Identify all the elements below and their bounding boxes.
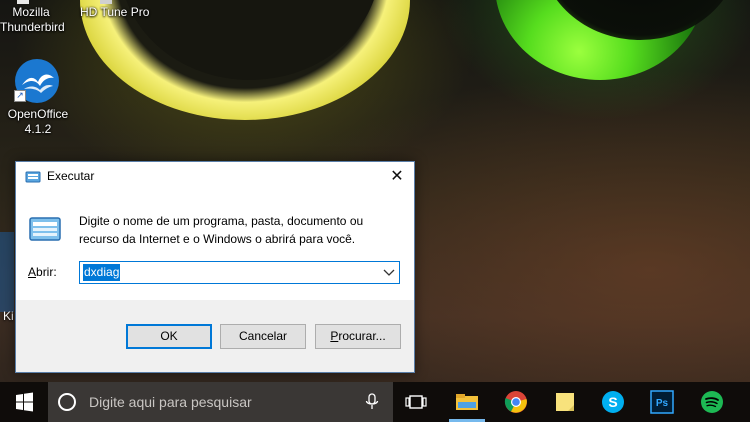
dialog-title: Executar xyxy=(47,169,95,183)
microphone-icon[interactable] xyxy=(364,393,380,411)
browse-label-text: rocurar... xyxy=(338,329,386,343)
run-program-icon xyxy=(29,217,61,241)
shortcut-arrow-icon: ↗ xyxy=(14,90,26,102)
dialog-titlebar[interactable]: Executar ✕ xyxy=(16,162,414,192)
sticky-notes-icon[interactable] xyxy=(553,390,577,414)
chevron-down-icon[interactable] xyxy=(383,267,395,277)
run-dialog: Executar ✕ Digite o nome de um programa,… xyxy=(15,161,415,373)
skype-icon[interactable]: S xyxy=(601,390,625,414)
svg-text:Ps: Ps xyxy=(656,398,669,409)
spotify-icon[interactable] xyxy=(700,390,724,414)
desktop-icon-label-hdtune[interactable]: HD Tune Pro xyxy=(80,5,150,20)
taskbar: Digite aqui para pesquisar S Ps xyxy=(0,382,750,422)
search-box[interactable]: Digite aqui para pesquisar xyxy=(48,382,393,422)
partial-desktop-icon[interactable] xyxy=(0,232,14,312)
search-placeholder[interactable]: Digite aqui para pesquisar xyxy=(89,394,252,410)
run-title-icon xyxy=(25,171,41,183)
cancel-button[interactable]: Cancelar xyxy=(220,324,306,349)
dialog-body: Digite o nome de um programa, pasta, doc… xyxy=(16,192,414,300)
file-explorer-icon[interactable] xyxy=(455,390,479,414)
svg-text:S: S xyxy=(608,394,617,410)
open-input[interactable]: dxdiag xyxy=(79,261,400,284)
desktop-icon-label-thunderbird[interactable]: Mozilla Thunderbird xyxy=(0,5,65,35)
close-icon[interactable]: ✕ xyxy=(380,162,414,192)
cortana-icon[interactable] xyxy=(58,393,76,411)
hdtune-icon[interactable] xyxy=(100,0,112,4)
open-input-value[interactable]: dxdiag xyxy=(83,264,121,281)
windows-start-icon[interactable] xyxy=(0,382,48,422)
dialog-footer: OK Cancelar Procurar... xyxy=(16,300,414,372)
photoshop-icon[interactable]: Ps xyxy=(650,390,674,414)
open-field-label: Abrir: xyxy=(28,265,57,279)
open-label-accelerator: A xyxy=(28,265,37,279)
chrome-icon[interactable] xyxy=(504,390,528,414)
ok-button[interactable]: OK xyxy=(126,324,212,349)
desktop-icon-label-partial[interactable]: Ki xyxy=(3,309,14,323)
desktop-icon-label-openoffice[interactable]: OpenOffice 4.1.2 xyxy=(0,107,76,137)
thunderbird-icon[interactable] xyxy=(17,0,29,4)
open-label-text: brir: xyxy=(36,265,57,279)
task-view-icon[interactable] xyxy=(404,390,428,414)
dialog-description: Digite o nome de um programa, pasta, doc… xyxy=(79,214,364,246)
browse-button[interactable]: Procurar... xyxy=(315,324,401,349)
